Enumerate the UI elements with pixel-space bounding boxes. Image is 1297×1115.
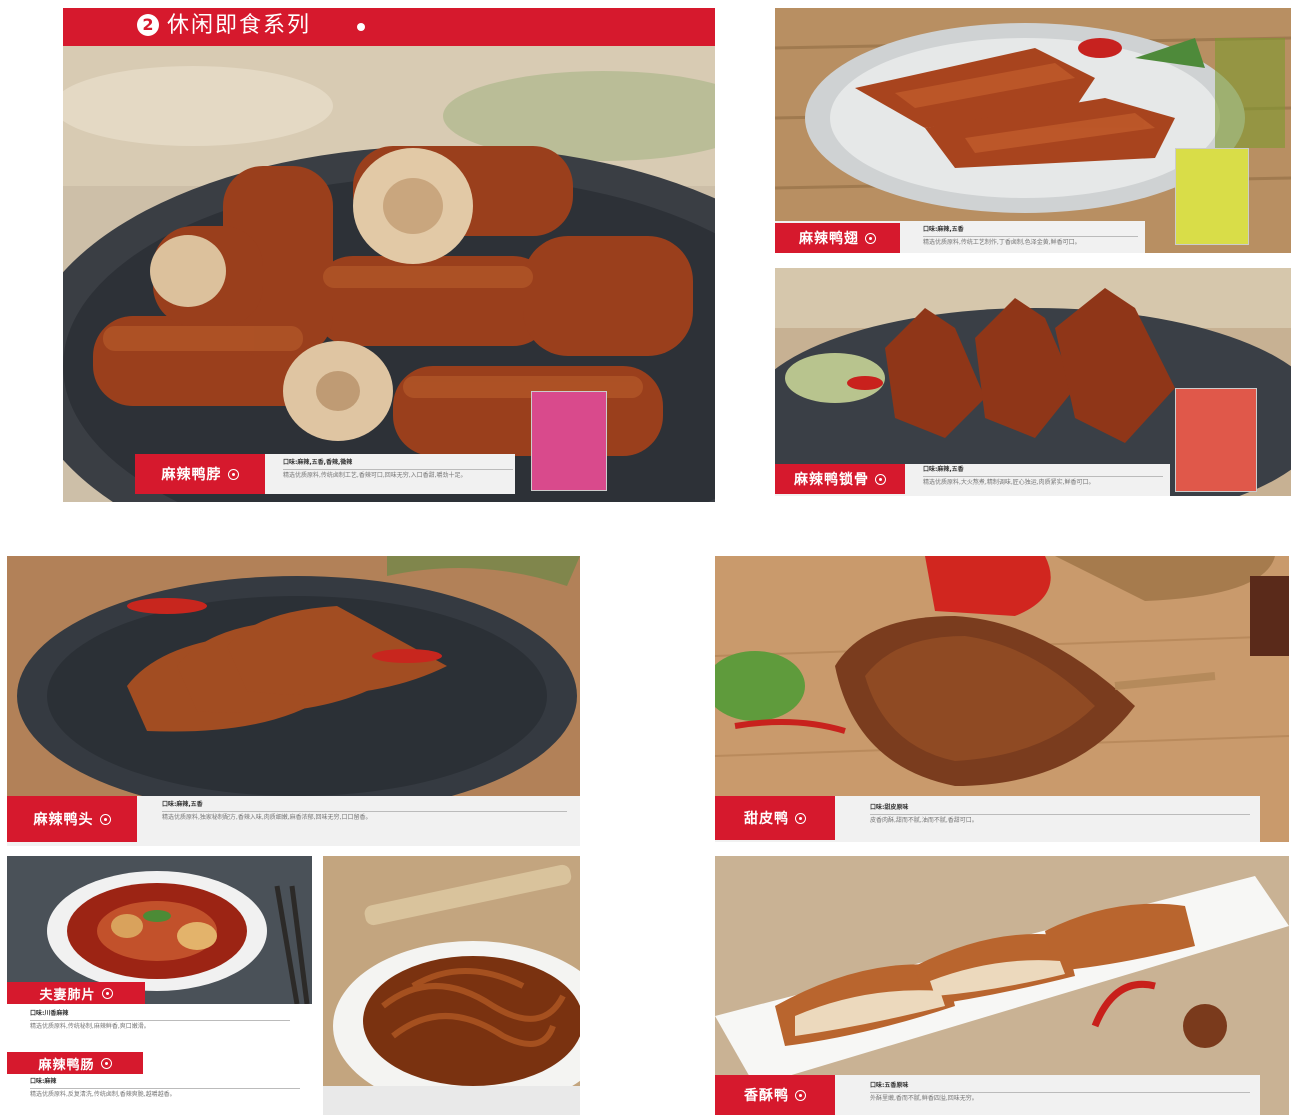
circle-dot-icon xyxy=(795,1089,806,1101)
product-name-rack: 麻辣鸭锁骨 xyxy=(794,472,869,488)
product-tag-head: 麻辣鸭头 xyxy=(7,796,137,842)
caption-text-tian: 口味:甜皮原味 皮香肉酥,甜而不腻,油而不腻,香甜可口。 xyxy=(870,804,1250,825)
product-name-lung: 夫妻肺片 xyxy=(39,987,96,1003)
flavor-intestine: 口味:麻辣 xyxy=(30,1078,57,1085)
flavor-neck: 口味:麻辣,五香,香辣,微辣 xyxy=(283,459,353,466)
product-photo-head: 麻辣鸭头 口味:麻辣,五香 精选优质原料,独家秘制配方,香辣入味,肉质细嫩,麻香… xyxy=(7,556,580,846)
product-tag-neck: 麻辣鸭脖 xyxy=(135,454,265,494)
bullet-dot-icon xyxy=(357,23,365,31)
circle-dot-icon xyxy=(865,232,876,244)
package-neck-image xyxy=(531,391,607,491)
circle-dot-icon xyxy=(100,1057,112,1069)
product-name-neck: 麻辣鸭脖 xyxy=(161,467,222,483)
flavor-rack: 口味:麻辣,五香 xyxy=(923,466,964,473)
product-photo-rack: 麻辣鸭锁骨 口味:麻辣,五香 精选优质原料,大火熬煮,精制调味,匠心独运,肉质紧… xyxy=(775,268,1291,496)
product-name-wing: 麻辣鸭翅 xyxy=(799,231,859,247)
circle-dot-icon xyxy=(101,987,113,999)
series-header: 2 休闲即食系列 xyxy=(63,8,715,46)
product-tag-wing: 麻辣鸭翅 xyxy=(775,223,900,253)
product-photo-lung: 夫妻肺片 xyxy=(7,856,312,1004)
product-tag-intestine: 麻辣鸭肠 xyxy=(7,1052,143,1074)
circle-dot-icon xyxy=(99,813,111,825)
product-photo-wing: 麻辣鸭翅 口味:麻辣,五香 精选优质原料,传统工艺制作,丁香卤制,色泽金黄,鲜香… xyxy=(775,8,1291,253)
series-title: 休闲即食系列 xyxy=(167,13,312,38)
desc-head: 精选优质原料,独家秘制配方,香辣入味,肉质细嫩,麻香浓郁,回味无穷,口口留香。 xyxy=(162,811,567,822)
duck-neck-image xyxy=(63,46,715,502)
desc-wing: 精选优质原料,传统工艺制作,丁香卤制,色泽金黄,鲜香可口。 xyxy=(923,236,1138,247)
caption-text-neck: 口味:麻辣,五香,香辣,微辣 精选优质原料,传统卤制工艺,香辣可口,回味无穷,入… xyxy=(283,459,513,480)
circle-dot-icon xyxy=(875,473,886,485)
desc-intestine: 精选优质原料,反复清洗,传统卤制,香辣爽脆,越嚼越香。 xyxy=(30,1088,300,1099)
series-number-badge: 2 xyxy=(137,14,159,36)
product-tag-rack: 麻辣鸭锁骨 xyxy=(775,464,905,494)
circle-dot-icon xyxy=(795,812,806,824)
product-name-tian: 甜皮鸭 xyxy=(744,811,789,827)
desc-lung: 精选优质原料,传统秘制,麻辣鲜香,爽口嫩滑。 xyxy=(30,1020,290,1031)
caption-text-intestine: 口味:麻辣 精选优质原料,反复清洗,传统卤制,香辣爽脆,越嚼越香。 xyxy=(30,1078,300,1099)
caption-text-crispy: 口味:五香原味 外酥里嫩,香而不腻,鲜香四溢,回味无穷。 xyxy=(870,1082,1250,1103)
caption-text-wing: 口味:麻辣,五香 精选优质原料,传统工艺制作,丁香卤制,色泽金黄,鲜香可口。 xyxy=(923,226,1138,247)
product-name-crispy: 香酥鸭 xyxy=(744,1088,789,1104)
package-wing-image xyxy=(1175,148,1249,245)
flavor-head: 口味:麻辣,五香 xyxy=(162,801,203,808)
product-name-intestine: 麻辣鸭肠 xyxy=(38,1057,95,1073)
desc-crispy: 外酥里嫩,香而不腻,鲜香四溢,回味无穷。 xyxy=(870,1092,1250,1103)
circle-dot-icon xyxy=(227,468,239,480)
flavor-lung: 口味:川香麻辣 xyxy=(30,1010,69,1017)
flavor-wing: 口味:麻辣,五香 xyxy=(923,226,964,233)
caption-text-head: 口味:麻辣,五香 精选优质原料,独家秘制配方,香辣入味,肉质细嫩,麻香浓郁,回味… xyxy=(162,801,567,822)
desc-tian: 皮香肉酥,甜而不腻,油而不腻,香甜可口。 xyxy=(870,814,1250,825)
package-rack-image xyxy=(1175,388,1257,492)
caption-text-lung: 口味:川香麻辣 精选优质原料,传统秘制,麻辣鲜香,爽口嫩滑。 xyxy=(30,1010,290,1031)
product-tag-crispy: 香酥鸭 xyxy=(715,1075,835,1115)
caption-text-rack: 口味:麻辣,五香 精选优质原料,大火熬煮,精制调味,匠心独运,肉质紧实,鲜香可口… xyxy=(923,466,1163,487)
product-photo-neck: 麻辣鸭脖 口味:麻辣,五香,香辣,微辣 精选优质原料,传统卤制工艺,香辣可口,回… xyxy=(63,46,715,502)
desc-rack: 精选优质原料,大火熬煮,精制调味,匠心独运,肉质紧实,鲜香可口。 xyxy=(923,476,1163,487)
product-photo-intestine xyxy=(323,856,580,1115)
product-tag-lung: 夫妻肺片 xyxy=(7,982,145,1004)
flavor-crispy: 口味:五香原味 xyxy=(870,1082,909,1089)
product-tag-tian: 甜皮鸭 xyxy=(715,796,835,840)
duck-intestine-image xyxy=(323,856,580,1115)
flavor-tian: 口味:甜皮原味 xyxy=(870,804,909,811)
product-photo-crispy: 香酥鸭 口味:五香原味 外酥里嫩,香而不腻,鲜香四溢,回味无穷。 xyxy=(715,856,1289,1115)
product-name-head: 麻辣鸭头 xyxy=(33,812,94,828)
product-photo-tian: 甜皮鸭 口味:甜皮原味 皮香肉酥,甜而不腻,油而不腻,香甜可口。 xyxy=(715,556,1289,842)
desc-neck: 精选优质原料,传统卤制工艺,香辣可口,回味无穷,入口香甜,嚼劲十足。 xyxy=(283,469,513,480)
